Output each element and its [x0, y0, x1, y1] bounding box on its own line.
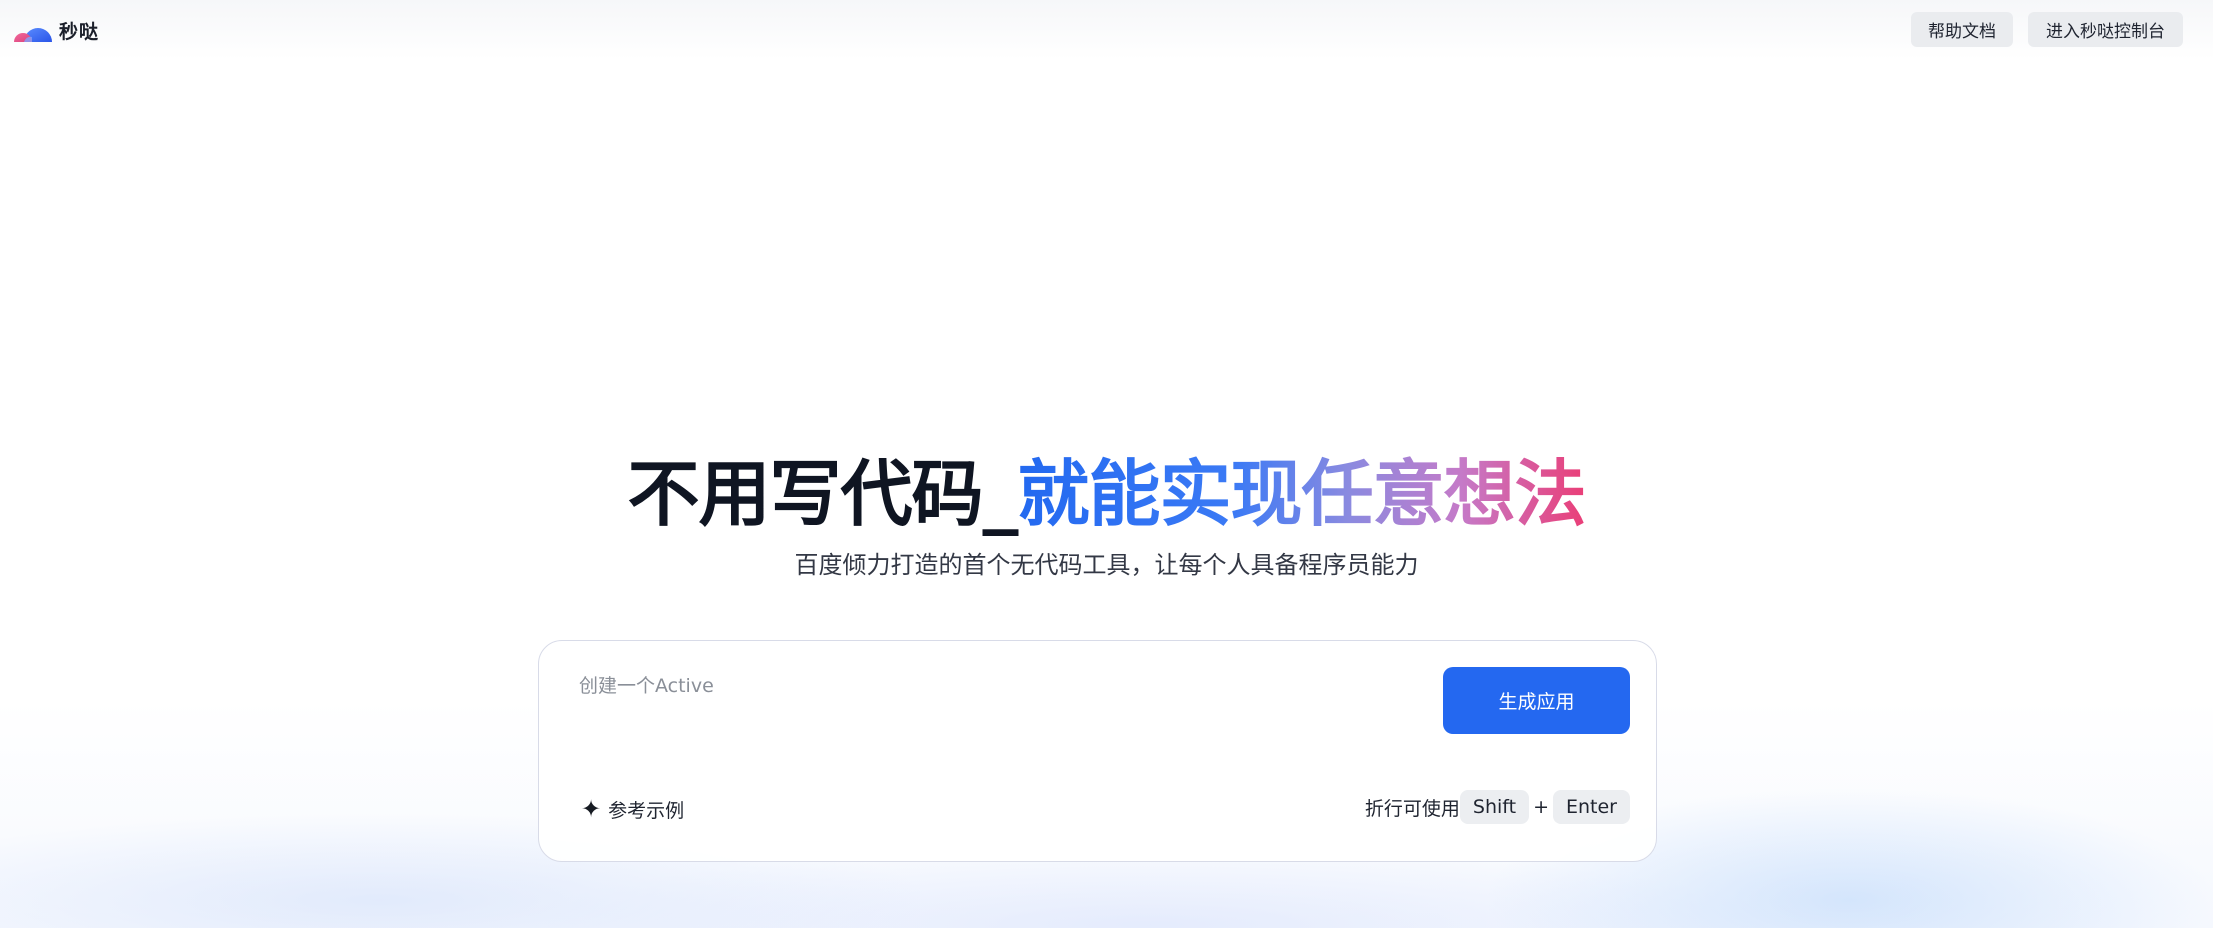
examples-button[interactable]: ✦ 参考示例	[581, 794, 684, 824]
sparkle-icon: ✦	[581, 795, 602, 823]
page: 秒哒 帮助文档 进入秒哒控制台 不用写代码_就能实现任意想法 百度倾力打造的首个…	[0, 0, 2213, 928]
enter-key-badge: Enter	[1553, 790, 1630, 824]
top-bar: 秒哒 帮助文档 进入秒哒控制台	[0, 0, 2213, 58]
logo-text: 秒哒	[59, 20, 100, 43]
newline-hint: 折行可使用 Shift + Enter	[1365, 790, 1630, 824]
help-docs-button[interactable]: 帮助文档	[1911, 12, 2013, 47]
hint-text: 折行可使用	[1364, 797, 1460, 820]
prompt-card: 生成应用 ✦ 参考示例 折行可使用 Shift + Enter	[538, 640, 1657, 862]
prompt-input[interactable]	[579, 671, 1399, 721]
logo[interactable]: 秒哒	[12, 16, 99, 44]
hero-title-dark: 不用写代码_	[627, 452, 1018, 536]
hero-title-gradient: 就能实现任意想法	[1017, 452, 1587, 536]
shift-key-badge: Shift	[1459, 790, 1530, 824]
plus-sign: +	[1533, 796, 1549, 818]
generate-app-button[interactable]: 生成应用	[1443, 667, 1630, 734]
enter-console-button[interactable]: 进入秒哒控制台	[2028, 12, 2183, 47]
examples-label: 参考示例	[608, 799, 685, 822]
cloud-logo-icon	[14, 28, 52, 42]
hero-title: 不用写代码_就能实现任意想法	[0, 448, 2213, 540]
hero-subtitle: 百度倾力打造的首个无代码工具，让每个人具备程序员能力	[794, 551, 1419, 579]
